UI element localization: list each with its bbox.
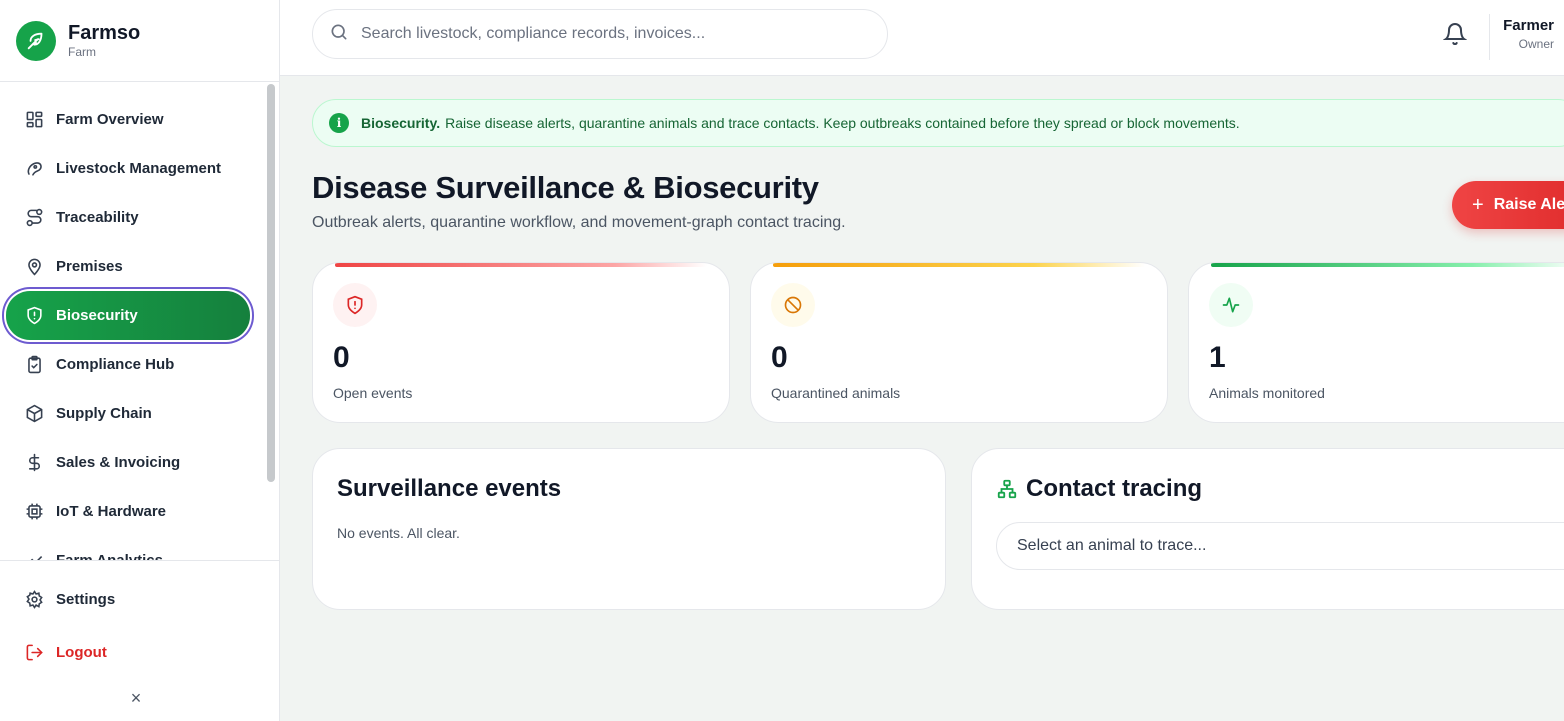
stat-value: 0 <box>333 341 350 374</box>
network-icon <box>996 478 1018 500</box>
page-subtitle: Outbreak alerts, quarantine workflow, an… <box>312 214 846 231</box>
alert-shield-icon <box>333 283 377 327</box>
sidebar-item-farm-analytics[interactable]: Farm Analytics <box>6 536 250 560</box>
logout-icon <box>24 643 44 663</box>
sidebar-item-livestock-management[interactable]: Livestock Management <box>6 144 250 193</box>
logout-button[interactable]: Logout <box>6 628 250 677</box>
ban-icon <box>771 283 815 327</box>
sidebar-item-label: Farm Overview <box>56 111 164 128</box>
sidebar-item-traceability[interactable]: Traceability <box>6 193 250 242</box>
activity-icon <box>1209 283 1253 327</box>
sidebar-item-iot-hardware[interactable]: IoT & Hardware <box>6 487 250 536</box>
sidebar-item-label: Sales & Invoicing <box>56 454 181 471</box>
banner-text: Raise disease alerts, quarantine animals… <box>445 115 1240 131</box>
analytics-icon <box>24 551 44 560</box>
map-pin-icon <box>24 257 44 277</box>
brand-name: Farmso <box>68 21 141 44</box>
livestock-icon <box>24 159 44 179</box>
sidebar-item-label: Livestock Management <box>56 160 222 177</box>
logout-label: Logout <box>56 644 107 661</box>
grid-icon <box>24 110 44 130</box>
bell-icon[interactable] <box>1442 22 1468 46</box>
sidebar-item-label: Traceability <box>56 209 139 226</box>
contact-tracing-panel: Contact tracing Select an animal to trac… <box>971 448 1564 610</box>
raise-alert-label: Raise Alert <box>1493 196 1564 213</box>
topbar: Search livestock, compliance records, in… <box>280 0 1564 76</box>
sidebar-item-label: Biosecurity <box>56 307 138 324</box>
sidebar-item-label: Farm Analytics <box>56 552 163 560</box>
panel-title: Contact tracing <box>996 475 1202 503</box>
panel-title: Surveillance events <box>337 475 562 502</box>
sidebar-item-label: Compliance Hub <box>56 356 175 373</box>
sidebar-item-farm-overview[interactable]: Farm Overview <box>6 95 250 144</box>
sidebar-item-label: IoT & Hardware <box>56 503 167 520</box>
chip-icon <box>24 502 44 522</box>
stat-label: Animals monitored <box>1209 385 1325 401</box>
shield-icon <box>24 306 44 326</box>
user-menu[interactable]: Farmer Owner <box>1503 17 1554 53</box>
stat-value: 1 <box>1209 341 1226 374</box>
search-icon <box>329 22 349 47</box>
sidebar-item-biosecurity[interactable]: Biosecurity <box>6 291 250 340</box>
sidebar-item-label: Premises <box>56 258 123 275</box>
stat-value: 0 <box>771 341 788 374</box>
info-banner: i Biosecurity. Raise disease alerts, qua… <box>312 99 1564 147</box>
search-placeholder: Search livestock, compliance records, in… <box>361 25 706 42</box>
stat-accent-bar <box>1211 263 1564 267</box>
info-icon: i <box>329 113 349 133</box>
brand[interactable]: Farmso Farm <box>0 0 279 82</box>
sidebar-item-premises[interactable]: Premises <box>6 242 250 291</box>
raise-alert-button[interactable]: + Raise Alert <box>1452 181 1564 229</box>
sidebar-item-label: Supply Chain <box>56 405 152 422</box>
search-input[interactable]: Search livestock, compliance records, in… <box>312 9 888 59</box>
stat-card-monitored: 1 Animals monitored <box>1188 262 1564 423</box>
animal-select[interactable]: Select an animal to trace... <box>996 522 1564 570</box>
sidebar-item-compliance-hub[interactable]: Compliance Hub <box>6 340 250 389</box>
panel-title-text: Contact tracing <box>1026 475 1203 502</box>
gear-icon <box>24 590 44 610</box>
brand-subtitle: Farm <box>68 44 96 59</box>
dollar-icon <box>24 453 44 473</box>
stat-label: Open events <box>333 385 413 401</box>
sidebar-scrollbar[interactable] <box>267 84 275 482</box>
sidebar-item-sales-invoicing[interactable]: Sales & Invoicing <box>6 438 250 487</box>
empty-state: No events. All clear. <box>337 525 460 541</box>
user-role: Owner <box>1518 37 1554 51</box>
surveillance-events-panel: Surveillance events No events. All clear… <box>312 448 946 610</box>
sidebar-item-supply-chain[interactable]: Supply Chain <box>6 389 250 438</box>
stat-label: Quarantined animals <box>771 385 901 401</box>
sidebar-item-settings[interactable]: Settings <box>6 575 250 624</box>
topbar-divider <box>1489 14 1490 60</box>
stat-accent-bar <box>335 263 707 267</box>
sidebar-item-label: Settings <box>56 591 116 608</box>
stat-card-open-events: 0 Open events <box>312 262 730 423</box>
banner-title: Biosecurity. <box>361 115 441 131</box>
route-icon <box>24 208 44 228</box>
plus-icon: + <box>1472 193 1484 216</box>
leaf-logo-icon <box>16 20 56 61</box>
user-name: Farmer <box>1503 17 1554 34</box>
stat-card-quarantined: 0 Quarantined animals <box>750 262 1168 423</box>
page-title: Disease Surveillance & Biosecurity <box>312 170 819 205</box>
box-icon <box>24 404 44 424</box>
close-sidebar-button[interactable]: × <box>127 688 145 708</box>
sidebar-nav: Farm Overview Livestock Management Trace… <box>0 82 264 560</box>
clipboard-check-icon <box>24 355 44 375</box>
stat-accent-bar <box>773 263 1145 267</box>
sidebar: Farmso Farm Farm Overview Livestock Mana… <box>0 0 280 721</box>
